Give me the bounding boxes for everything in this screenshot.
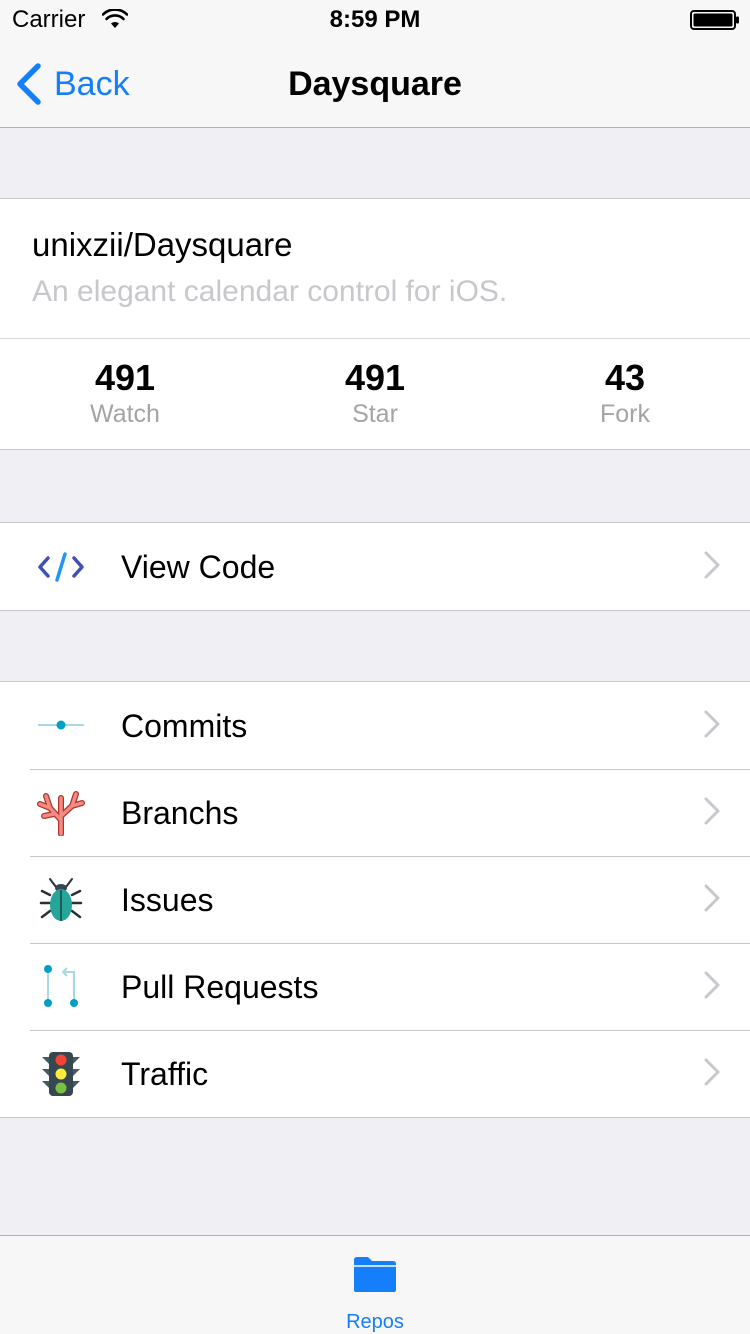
traffic-row[interactable]: Traffic xyxy=(0,1030,750,1117)
row-label: Issues xyxy=(121,882,214,918)
status-time: 8:59 PM xyxy=(329,6,421,33)
tab-label: Repos xyxy=(346,1311,404,1333)
stat-fork[interactable]: 43 Fork xyxy=(500,357,750,429)
view-code-row[interactable]: View Code xyxy=(0,523,750,610)
repo-menu-section: Commits Branchs Issues Pull Requests Tra… xyxy=(0,681,750,1118)
pull-requests-row[interactable]: Pull Requests xyxy=(0,943,750,1030)
stat-label: Fork xyxy=(600,400,650,428)
row-label: Pull Requests xyxy=(121,969,319,1005)
tab-repos[interactable]: Repos xyxy=(325,1254,425,1334)
pull-request-icon xyxy=(44,965,78,1007)
bug-icon xyxy=(39,878,83,921)
traffic-light-icon xyxy=(42,1052,80,1096)
branches-row[interactable]: Branchs xyxy=(0,769,750,856)
row-label: View Code xyxy=(121,549,276,585)
chevron-right-icon xyxy=(704,1058,720,1086)
code-icon xyxy=(38,552,84,582)
repo-description: An elegant calendar control for iOS. xyxy=(32,275,508,308)
stat-value: 43 xyxy=(604,357,646,398)
status-bar: Carrier 8:59 PM xyxy=(0,0,750,40)
issues-row[interactable]: Issues xyxy=(0,856,750,943)
navigation-bar: Back Daysquare xyxy=(0,40,750,128)
chevron-right-icon xyxy=(704,710,720,738)
stat-star[interactable]: 491 Star xyxy=(250,357,500,429)
stat-value: 491 xyxy=(344,357,406,398)
commit-icon xyxy=(38,720,84,730)
stat-value: 491 xyxy=(94,357,156,398)
tab-bar: Repos xyxy=(0,1235,750,1334)
branch-coral-icon xyxy=(37,791,85,836)
stat-watch[interactable]: 491 Watch xyxy=(0,357,250,429)
chevron-right-icon xyxy=(704,797,720,825)
chevron-right-icon xyxy=(704,884,720,912)
row-label: Commits xyxy=(121,708,248,744)
commits-row[interactable]: Commits xyxy=(0,682,750,769)
chevron-right-icon xyxy=(704,971,720,999)
repo-full-name: unixzii/Daysquare xyxy=(32,226,293,263)
stat-label: Star xyxy=(352,400,398,428)
row-label: Branchs xyxy=(121,795,239,831)
repo-header: unixzii/Daysquare An elegant calendar co… xyxy=(0,198,750,450)
chevron-right-icon xyxy=(704,551,720,579)
stat-label: Watch xyxy=(90,400,160,428)
battery-icon xyxy=(690,10,739,30)
divider xyxy=(0,338,750,339)
row-label: Traffic xyxy=(121,1056,209,1092)
folder-icon xyxy=(354,1257,396,1292)
page-title: Daysquare xyxy=(288,65,462,103)
code-section: View Code xyxy=(0,522,750,611)
